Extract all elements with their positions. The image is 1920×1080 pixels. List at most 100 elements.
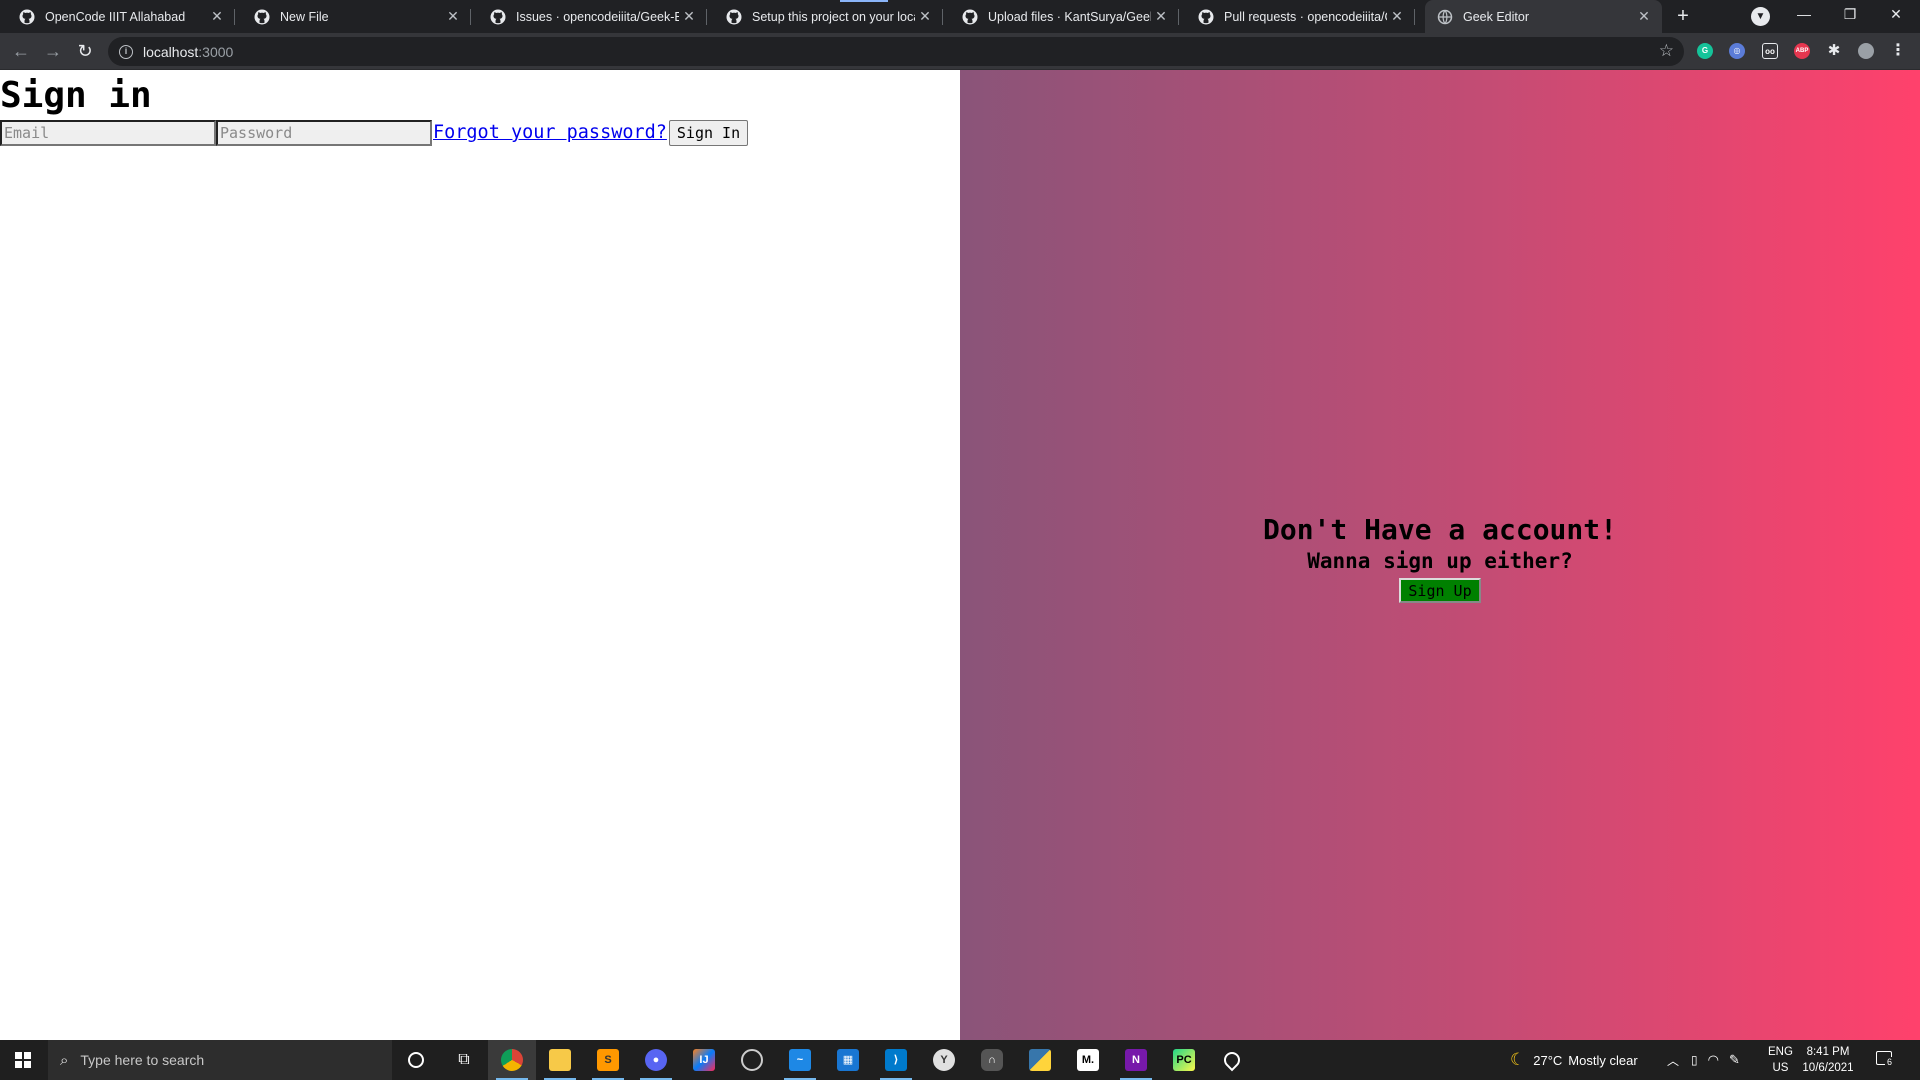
- tab-pull-requests[interactable]: Pull requests · opencodeiiita/Geek-Edito…: [1179, 0, 1415, 33]
- taskbar-search[interactable]: ⌕ Type here to search: [48, 1040, 392, 1080]
- search-icon: ⌕: [60, 1051, 69, 1069]
- taskbar-app-github-desktop[interactable]: Y: [920, 1040, 968, 1080]
- new-tab-button[interactable]: +: [1671, 5, 1695, 29]
- taskbar-app-intellij[interactable]: IJ: [680, 1040, 728, 1080]
- medium-icon: M.: [1077, 1049, 1099, 1071]
- window-close-button[interactable]: ✕: [1873, 0, 1919, 30]
- puzzle-icon[interactable]: ✱: [1826, 43, 1842, 59]
- clock-time: 8:41 PM: [1806, 1046, 1850, 1058]
- avatar[interactable]: [1858, 43, 1874, 59]
- taskbar-app-sublime[interactable]: S: [584, 1040, 632, 1080]
- vscode-icon: ⟩: [885, 1049, 907, 1071]
- taskbar-app-calendar[interactable]: ▦: [824, 1040, 872, 1080]
- taskbar-app-explorer[interactable]: [536, 1040, 584, 1080]
- signup-heading: Don't Have a account!: [1262, 513, 1617, 546]
- tab-new-file[interactable]: New File ✕: [235, 0, 471, 33]
- github-icon: [1198, 9, 1214, 24]
- file-explorer-icon: [549, 1049, 571, 1071]
- address-bar[interactable]: i localhost :3000 ☆: [108, 37, 1684, 66]
- close-icon[interactable]: ✕: [679, 8, 699, 25]
- reload-icon: ↻: [77, 41, 93, 61]
- reload-button[interactable]: ↻: [73, 39, 97, 63]
- taskbar-app-pycharm[interactable]: PC: [1160, 1040, 1208, 1080]
- tab-title: OpenCode IIIT Allahabad: [45, 9, 186, 24]
- reader-extension-icon[interactable]: oo: [1762, 43, 1778, 59]
- taskbar-app-medium[interactable]: M.: [1064, 1040, 1112, 1080]
- tab-geek-editor[interactable]: Geek Editor ✕: [1425, 0, 1662, 33]
- taskbar-app-obs[interactable]: [728, 1040, 776, 1080]
- discord-icon: ●: [645, 1049, 667, 1071]
- cortana-icon: [408, 1052, 424, 1068]
- close-icon[interactable]: ✕: [1151, 8, 1171, 25]
- taskbar-app-onenote[interactable]: N: [1112, 1040, 1160, 1080]
- tab-upload-files[interactable]: Upload files · KantSurya/Geek-Editor ✕: [943, 0, 1179, 33]
- github-icon: [726, 9, 742, 24]
- chevron-up-icon[interactable]: ︿: [1667, 1052, 1679, 1069]
- lang-secondary: US: [1772, 1062, 1789, 1074]
- close-icon[interactable]: ✕: [915, 8, 935, 25]
- weather-text: Mostly clear: [1568, 1052, 1638, 1068]
- close-icon[interactable]: ✕: [207, 8, 227, 25]
- minimize-icon: —: [1797, 6, 1811, 22]
- tab-title: Upload files · KantSurya/Geek-Editor: [988, 9, 1151, 24]
- signup-box: Don't Have a account! Wanna sign up eith…: [960, 512, 1920, 603]
- signup-subheading: Wanna sign up either?: [1307, 549, 1573, 573]
- sign-up-button[interactable]: Sign Up: [1399, 578, 1481, 603]
- close-icon[interactable]: ✕: [1634, 8, 1654, 25]
- github-icon: [490, 9, 506, 24]
- forgot-password-link[interactable]: Forgot your password?: [433, 121, 667, 145]
- calendar-icon: ▦: [837, 1049, 859, 1071]
- taskbar-search-placeholder: Type here to search: [80, 1052, 205, 1068]
- cortana-button[interactable]: [392, 1040, 440, 1080]
- signin-form: Forgot your password? Sign In: [0, 120, 960, 146]
- maps-icon: [1220, 1048, 1244, 1072]
- battery-icon[interactable]: ▯: [1691, 1053, 1698, 1067]
- tab-opencode[interactable]: OpenCode IIIT Allahabad ✕: [0, 0, 235, 33]
- start-button[interactable]: [0, 1040, 48, 1080]
- weather-widget[interactable]: ☾ 27°C Mostly clear: [1510, 1040, 1638, 1080]
- taskbar-app-discord[interactable]: ●: [632, 1040, 680, 1080]
- signup-panel: Don't Have a account! Wanna sign up eith…: [960, 70, 1920, 1040]
- taskbar-app-maps[interactable]: [1208, 1040, 1256, 1080]
- wifi-icon[interactable]: ◠: [1708, 1052, 1719, 1068]
- chevron-down-icon: ▼: [1755, 11, 1766, 22]
- obs-icon: [741, 1049, 763, 1071]
- taskbar-app-python[interactable]: [1016, 1040, 1064, 1080]
- taskbar-app-chrome[interactable]: [488, 1040, 536, 1080]
- task-view-button[interactable]: ⧉: [440, 1040, 488, 1080]
- info-icon: i: [119, 44, 133, 59]
- taskbar-app-vscode[interactable]: ⟩: [872, 1040, 920, 1080]
- forward-button[interactable]: →: [41, 39, 65, 63]
- github-icon: [19, 9, 35, 24]
- url-port: :3000: [198, 43, 234, 60]
- tab-title: Setup this project on your local machine: [752, 9, 915, 24]
- clock-date: 10/6/2021: [1802, 1062, 1854, 1074]
- close-icon[interactable]: ✕: [1387, 8, 1407, 25]
- extension-icon[interactable]: ◎: [1729, 43, 1745, 59]
- taskbar-clock[interactable]: 8:41 PM 10/6/2021: [1798, 1044, 1858, 1076]
- tab-title: Pull requests · opencodeiiita/Geek-Edito…: [1224, 9, 1387, 24]
- grammarly-extension-icon[interactable]: G: [1697, 43, 1713, 59]
- email-field[interactable]: [0, 120, 216, 146]
- close-icon[interactable]: ✕: [443, 8, 463, 25]
- adblock-plus-icon[interactable]: ABP: [1794, 43, 1810, 59]
- password-field[interactable]: [216, 120, 432, 146]
- pycharm-icon: PC: [1173, 1049, 1195, 1071]
- browser-toolbar: ← → ↻ i localhost :3000 ☆ G ◎ oo ABP ✱ ⋮: [0, 33, 1920, 70]
- sign-in-button[interactable]: Sign In: [668, 120, 749, 146]
- restore-icon: ❐: [1843, 6, 1857, 22]
- tab-setup[interactable]: Setup this project on your local machine…: [707, 0, 943, 33]
- tab-search-button[interactable]: ▼: [1751, 7, 1770, 26]
- tab-issues[interactable]: Issues · opencodeiiita/Geek-Editor ✕: [471, 0, 707, 33]
- minimize-button[interactable]: —: [1781, 0, 1827, 30]
- back-button[interactable]: ←: [9, 39, 33, 63]
- notification-center-button[interactable]: 6: [1876, 1049, 1898, 1071]
- headphones-app-icon: ∩: [981, 1049, 1003, 1071]
- taskbar-app-whiteboard[interactable]: ~: [776, 1040, 824, 1080]
- language-indicator[interactable]: ENG US: [1768, 1044, 1793, 1076]
- restore-button[interactable]: ❐: [1827, 0, 1873, 30]
- taskbar-app-headphones[interactable]: ∩: [968, 1040, 1016, 1080]
- pen-icon[interactable]: ✎: [1729, 1052, 1740, 1068]
- kebab-menu-icon[interactable]: ⋮: [1890, 43, 1906, 59]
- bookmark-star-icon[interactable]: ☆: [1659, 41, 1674, 61]
